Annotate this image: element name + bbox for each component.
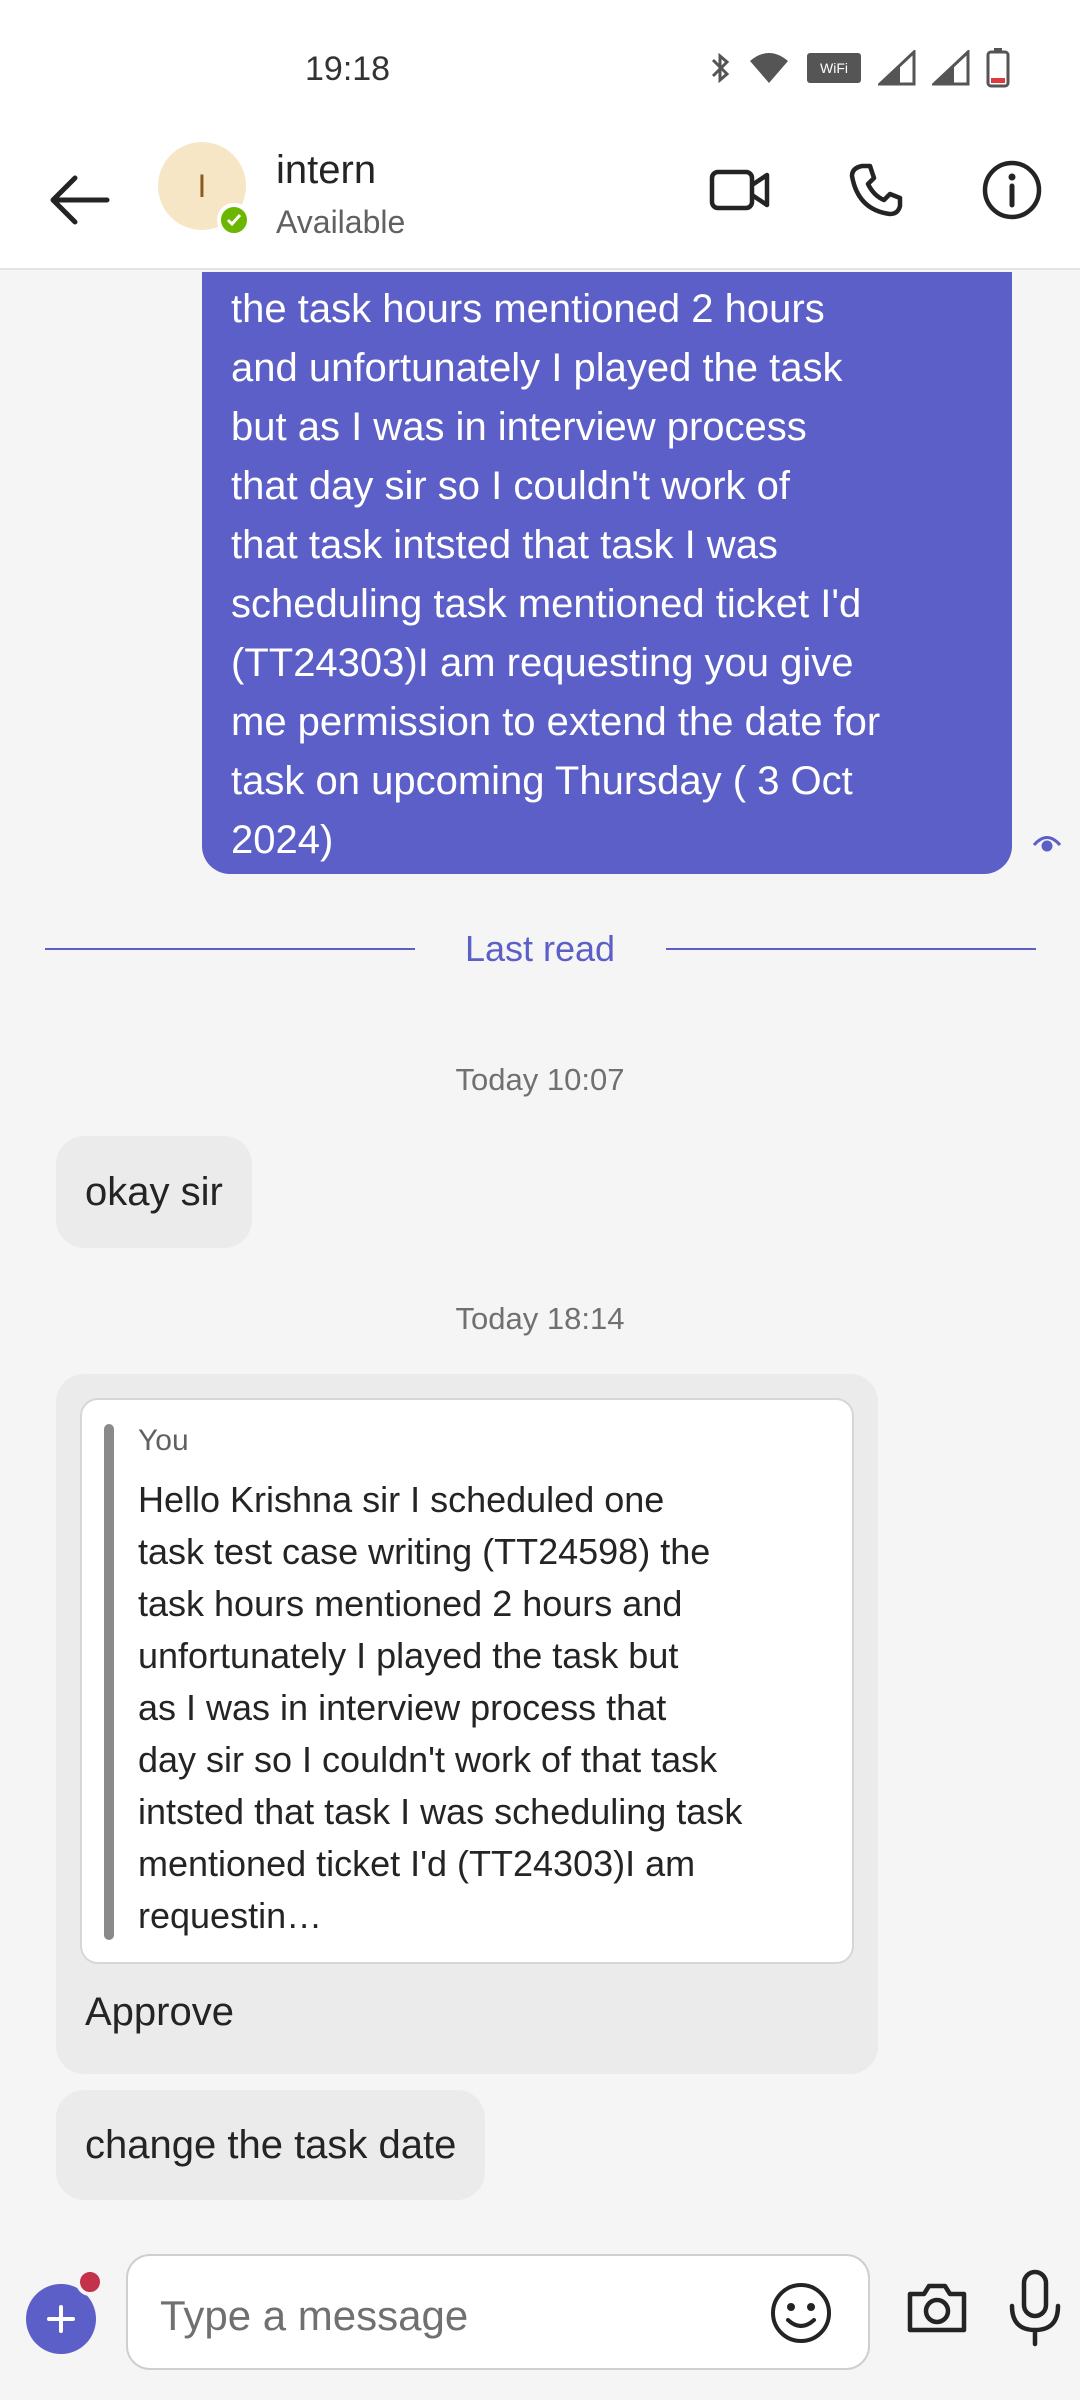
presence-available-icon [217, 203, 251, 237]
sent-message-text: the task hours mentioned 2 hours and unf… [231, 287, 881, 862]
quote-text: Hello Krishna sir I scheduled one task t… [138, 1479, 743, 1936]
microphone-icon[interactable] [1000, 2268, 1070, 2348]
received-message-text: okay sir [85, 1169, 223, 1214]
last-read-line-right [666, 948, 1036, 950]
received-message-bubble[interactable]: change the task date [56, 2090, 486, 2200]
sent-message-bubble[interactable]: the task hours mentioned 2 hours and unf… [202, 272, 1012, 874]
notification-dot [76, 2268, 104, 2296]
message-input[interactable]: Type a message [126, 2254, 870, 2370]
message-timestamp: Today 10:07 [455, 1062, 625, 1097]
video-call-icon [709, 169, 770, 211]
wifi-icon [750, 53, 788, 83]
received-quote-reply-bubble[interactable]: You Hello Krishna sir I scheduled one ta… [56, 1374, 878, 2074]
message-timestamp: Today 18:14 [455, 1301, 625, 1336]
message-composer: Type a message [0, 2232, 1080, 2400]
quoted-message-card[interactable]: You Hello Krishna sir I scheduled one ta… [80, 1398, 854, 1964]
signal-1-icon [878, 50, 916, 86]
back-arrow-icon [50, 175, 110, 225]
received-message-bubble[interactable]: okay sir [56, 1136, 252, 1248]
battery-icon [986, 48, 1010, 88]
contact-name[interactable]: intern [276, 148, 376, 193]
avatar-initial: I [197, 167, 207, 204]
info-icon [982, 160, 1042, 220]
received-message-text: Approve [85, 1990, 234, 2034]
video-call-button[interactable] [700, 150, 780, 230]
status-icons: WiFi [710, 48, 1010, 88]
signal-2-icon [932, 50, 970, 86]
emoji-icon[interactable] [768, 2280, 834, 2346]
presence-status: Available [276, 204, 406, 240]
phone-call-icon [849, 163, 903, 217]
vowifi-icon: WiFi [807, 53, 861, 83]
camera-icon[interactable] [902, 2272, 972, 2342]
audio-call-button[interactable] [836, 150, 916, 230]
received-message-text: change the task date [85, 2122, 457, 2167]
quote-bar [104, 1424, 114, 1940]
status-time: 19:18 [305, 50, 391, 88]
bluetooth-icon [711, 52, 730, 84]
quote-author: You [138, 1424, 189, 1457]
svg-text:WiFi: WiFi [820, 60, 848, 76]
read-receipt-eye-icon [1032, 836, 1062, 852]
status-bar: 19:18 WiFi [0, 0, 1080, 140]
message-input-placeholder: Type a message [160, 2292, 469, 2339]
chat-info-button[interactable] [972, 150, 1052, 230]
back-button[interactable] [45, 165, 115, 235]
plus-icon [47, 2305, 75, 2333]
